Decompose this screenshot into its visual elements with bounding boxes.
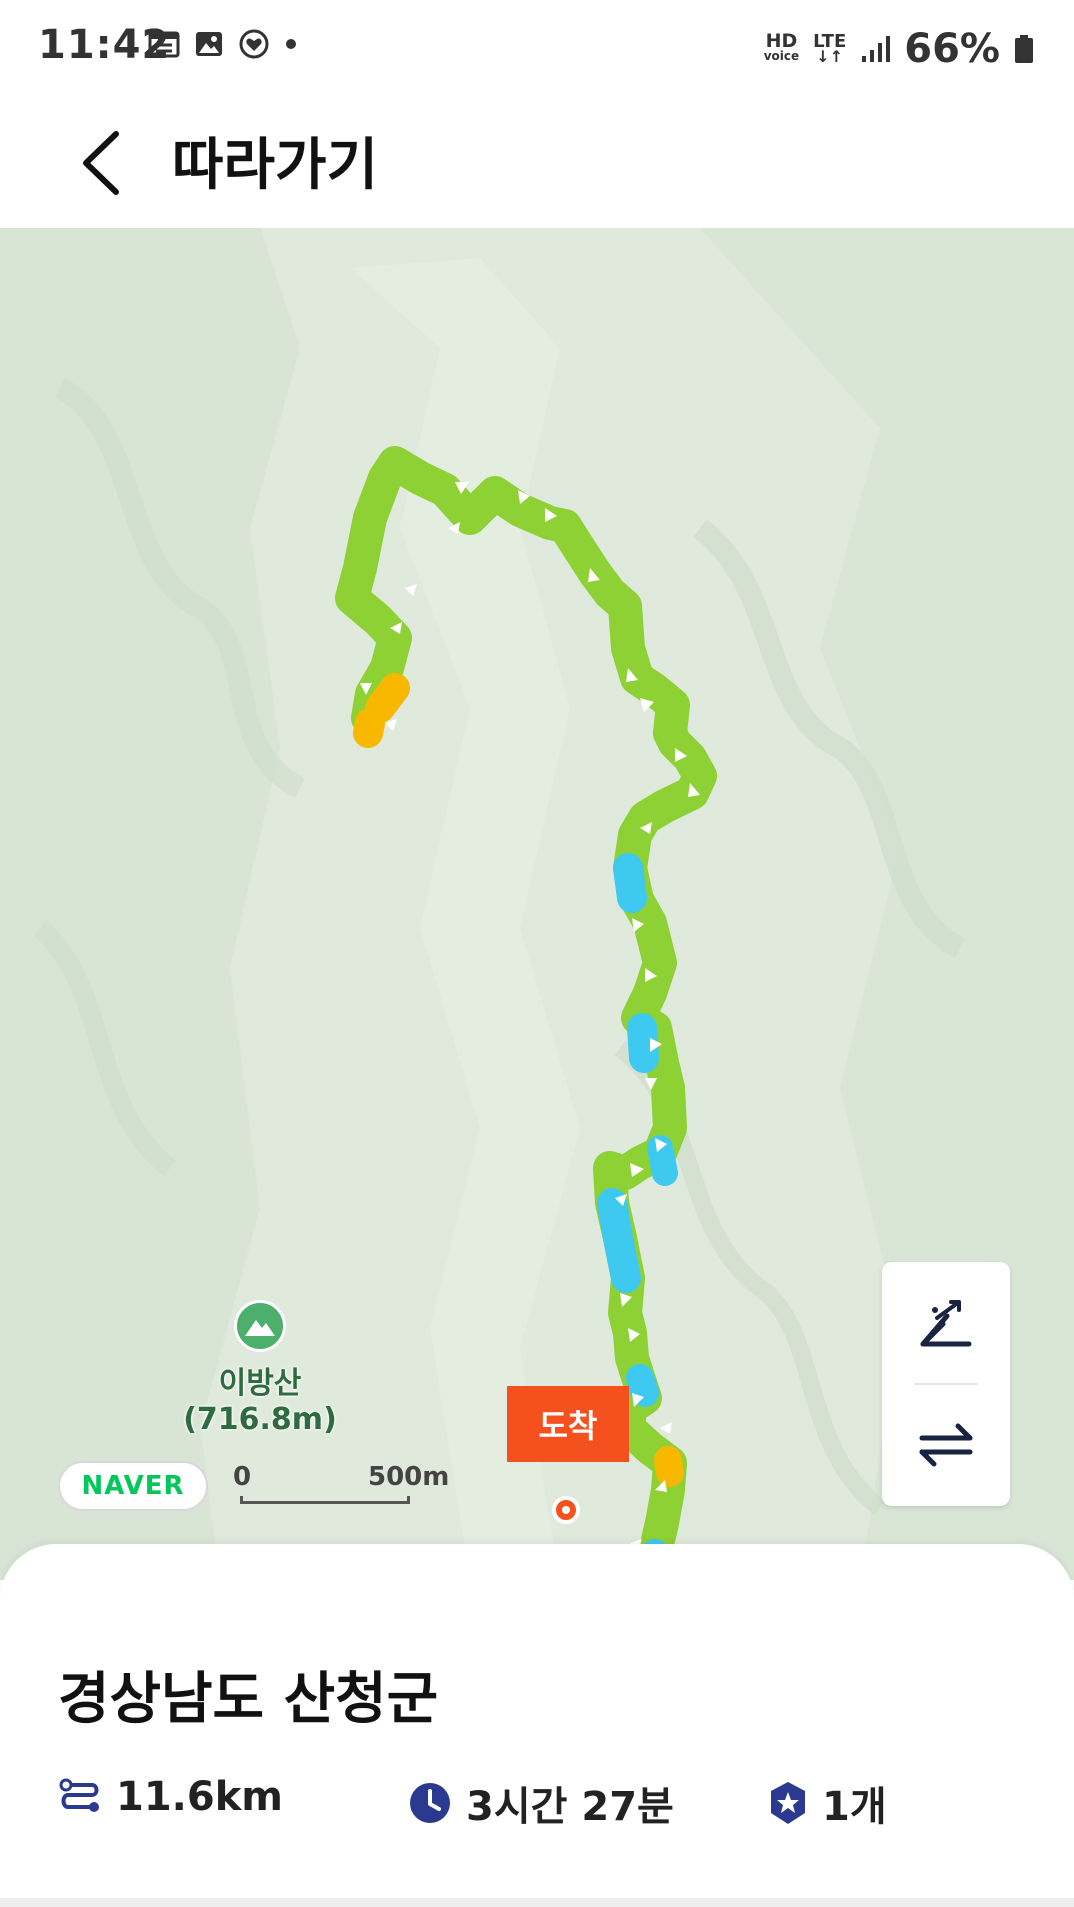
elevation-button[interactable] xyxy=(882,1262,1010,1384)
map-controls xyxy=(882,1262,1010,1506)
region-title: 경상남도 산청군 xyxy=(58,1667,439,1732)
chevron-left-icon xyxy=(83,131,119,195)
elevation-icon xyxy=(920,1300,972,1347)
map-view[interactable]: 이방산 (716.8m) 도착 NAVER 0 500m xyxy=(0,228,1074,1580)
poi-name: 이방산 xyxy=(218,1366,302,1401)
scale-end-label: 500m xyxy=(368,1462,450,1492)
status-icons-right: HD voice LTE ↓↑ 66% xyxy=(764,26,1034,72)
badge-icon xyxy=(771,1782,805,1824)
arrival-flag: 도착 xyxy=(507,1386,629,1462)
badges-value: 1개 xyxy=(822,1784,887,1830)
calendar-icon xyxy=(148,31,180,58)
reverse-direction-button[interactable] xyxy=(882,1384,1010,1506)
mountain-icon xyxy=(234,1300,286,1352)
poi-elevation: (716.8m) xyxy=(183,1402,337,1437)
heart-app-icon xyxy=(239,29,269,59)
distance-value: 11.6km xyxy=(116,1774,283,1820)
back-button[interactable] xyxy=(60,118,140,208)
stat-badges: 1개 xyxy=(768,1774,887,1832)
summary-stats: 11.6km 3시간 27분 1개 xyxy=(58,1774,1038,1834)
poi-mountain[interactable]: 이방산 (716.8m) xyxy=(180,1300,340,1437)
scale-bar xyxy=(240,1496,410,1504)
duration-value: 3시간 27분 xyxy=(466,1784,674,1830)
battery-icon xyxy=(1015,35,1033,63)
clock-icon xyxy=(410,1783,450,1823)
header: 따라가기 xyxy=(0,96,1074,228)
arrival-pin xyxy=(552,1496,580,1524)
bottom-edge xyxy=(0,1898,1074,1907)
route-icon xyxy=(59,1778,99,1812)
hd-label: HD xyxy=(765,30,798,52)
data-arrows-icon: ↓↑ xyxy=(816,47,844,66)
signal-icon xyxy=(862,36,891,62)
status-bar: 11:42 HD voice LTE ↓↑ 66% xyxy=(0,0,1074,96)
voice-label: voice xyxy=(763,49,800,63)
bottom-sheet[interactable]: 경상남도 산청군 11.6km 3시간 27분 1개 xyxy=(0,1544,1074,1907)
gallery-icon xyxy=(196,32,222,56)
stat-duration: 3시간 27분 xyxy=(408,1774,674,1832)
naver-logo: NAVER xyxy=(58,1461,208,1511)
page-title: 따라가기 xyxy=(172,133,379,198)
battery-percent: 66% xyxy=(904,26,1000,72)
scale-start-label: 0 xyxy=(233,1462,252,1492)
hd-voice-indicator: HD voice xyxy=(763,30,800,64)
status-icons-left xyxy=(148,28,298,60)
reverse-direction-icon xyxy=(919,1423,973,1467)
stat-distance: 11.6km xyxy=(58,1774,283,1820)
lte-indicator: LTE ↓↑ xyxy=(813,33,846,66)
dot-icon xyxy=(286,39,296,49)
